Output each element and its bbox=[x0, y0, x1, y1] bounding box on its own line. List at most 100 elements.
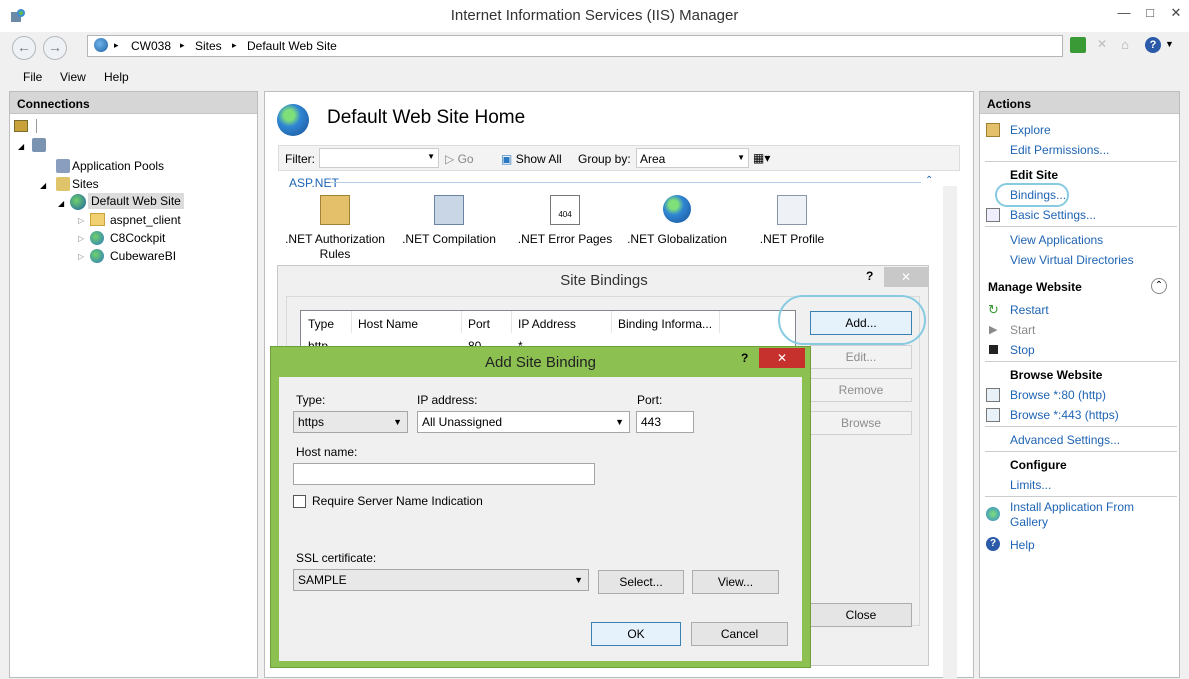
feature-label: .NET Profile bbox=[759, 232, 825, 246]
column-divider bbox=[611, 311, 612, 333]
column-header-type[interactable]: Type bbox=[308, 317, 334, 331]
expand-toggle[interactable]: ◢ bbox=[40, 181, 46, 190]
divider bbox=[985, 496, 1177, 497]
connect-icon[interactable] bbox=[14, 120, 28, 132]
filter-input[interactable]: ▼ bbox=[319, 148, 439, 168]
tree-item-cubewarebi[interactable]: CubewareBI bbox=[110, 249, 176, 263]
go-button[interactable]: ▷ Go bbox=[445, 152, 474, 166]
view-virtual-directories-link[interactable]: View Virtual Directories bbox=[1010, 253, 1134, 267]
tree-item-aspnet-client[interactable]: aspnet_client bbox=[110, 213, 181, 227]
explore-link[interactable]: Explore bbox=[1010, 123, 1051, 137]
browse-binding-button[interactable]: Browse bbox=[810, 411, 912, 435]
collapse-chevron-icon[interactable]: ⌃ bbox=[925, 175, 933, 186]
show-all-button[interactable]: ▣ Show All bbox=[501, 152, 562, 166]
browse-80-link[interactable]: Browse *:80 (http) bbox=[1010, 388, 1106, 402]
menu-file[interactable]: File bbox=[23, 70, 42, 84]
stop-link[interactable]: Stop bbox=[1010, 343, 1035, 357]
filter-bar: Filter: ▼ ▷ Go ▣ Show All Group by: Area… bbox=[278, 145, 960, 171]
home-icon[interactable]: ⌂ bbox=[1117, 37, 1133, 53]
help-dropdown-icon[interactable]: ? bbox=[1145, 37, 1161, 53]
expand-toggle[interactable]: ◢ bbox=[58, 199, 64, 208]
tree-item-c8cockpit[interactable]: C8Cockpit bbox=[110, 231, 165, 245]
view-applications-link[interactable]: View Applications bbox=[1010, 233, 1103, 247]
ssl-certificate-select[interactable]: SAMPLE ▼ bbox=[293, 569, 589, 591]
browse-443-link[interactable]: Browse *:443 (https) bbox=[1010, 408, 1119, 422]
close-dialog-button[interactable]: ✕ bbox=[759, 348, 805, 368]
show-all-icon: ▣ bbox=[501, 152, 513, 166]
sni-checkbox[interactable] bbox=[293, 495, 306, 508]
section-divider bbox=[331, 182, 921, 183]
limits-link[interactable]: Limits... bbox=[1010, 478, 1051, 492]
forward-button[interactable]: → bbox=[43, 36, 67, 60]
cancel-button[interactable]: Cancel bbox=[691, 622, 788, 646]
feature-label: .NET Globalization bbox=[627, 232, 727, 246]
scrollbar-track[interactable] bbox=[943, 186, 957, 679]
expand-toggle[interactable]: ▷ bbox=[78, 234, 84, 243]
column-header-ip[interactable]: IP Address bbox=[518, 317, 576, 331]
help-button[interactable]: ? bbox=[741, 351, 748, 365]
group-by-select[interactable]: Area ▼ bbox=[636, 148, 749, 168]
expand-toggle[interactable]: ◢ bbox=[18, 142, 24, 151]
chevron-down-icon[interactable]: ▼ bbox=[1165, 39, 1174, 49]
column-header-host[interactable]: Host Name bbox=[358, 317, 418, 331]
ip-address-select[interactable]: All Unassigned ▼ bbox=[417, 411, 630, 433]
help-button[interactable]: ? bbox=[866, 269, 873, 283]
profile-icon bbox=[777, 195, 807, 225]
page-title: Default Web Site Home bbox=[327, 107, 526, 128]
edit-binding-button[interactable]: Edit... bbox=[810, 345, 912, 369]
type-label: Type: bbox=[296, 393, 326, 407]
address-segment-sites[interactable]: Sites bbox=[195, 39, 222, 53]
menu-view[interactable]: View bbox=[60, 70, 86, 84]
feature-profile[interactable]: .NET Profile bbox=[740, 195, 844, 246]
address-segment-site[interactable]: Default Web Site bbox=[247, 39, 337, 53]
select-certificate-button[interactable]: Select... bbox=[598, 570, 684, 594]
tree-item-default-web-site[interactable]: Default Web Site bbox=[88, 193, 184, 209]
view-certificate-button[interactable]: View... bbox=[692, 570, 779, 594]
tree-item-app-pools[interactable]: Application Pools bbox=[72, 159, 164, 173]
feature-authorization[interactable]: .NET Authorization Rules bbox=[283, 195, 387, 262]
back-button[interactable]: ← bbox=[12, 36, 36, 60]
close-dialog-button[interactable]: ✕ bbox=[884, 267, 928, 287]
host-name-input[interactable] bbox=[293, 463, 595, 485]
dialog-title: Site Bindings bbox=[560, 272, 648, 289]
lock-icon bbox=[320, 195, 350, 225]
connections-header: Connections bbox=[10, 92, 257, 114]
refresh-icon[interactable] bbox=[1070, 37, 1086, 53]
view-mode-icon[interactable]: ▦▾ bbox=[753, 151, 770, 165]
help-link[interactable]: Help bbox=[1010, 538, 1035, 552]
column-header-binding-info[interactable]: Binding Informa... bbox=[618, 317, 712, 331]
server-icon[interactable] bbox=[32, 138, 46, 152]
feature-globalization[interactable]: .NET Globalization bbox=[625, 195, 729, 246]
stop-icon[interactable]: ✕ bbox=[1094, 37, 1110, 53]
collapse-chevron-icon[interactable]: ⌃ bbox=[1151, 278, 1167, 294]
menu-help[interactable]: Help bbox=[104, 70, 129, 84]
feature-label: .NET Authorization Rules bbox=[285, 232, 385, 261]
type-select[interactable]: https ▼ bbox=[293, 411, 408, 433]
minimize-button[interactable]: — bbox=[1111, 0, 1137, 26]
tree-item-sites[interactable]: Sites bbox=[72, 177, 99, 191]
port-input[interactable]: 443 bbox=[636, 411, 694, 433]
ok-button[interactable]: OK bbox=[591, 622, 681, 646]
expand-toggle[interactable]: ▷ bbox=[78, 216, 84, 225]
configure-header: Configure bbox=[1010, 458, 1067, 472]
feature-error-pages[interactable]: 404 .NET Error Pages bbox=[513, 195, 617, 246]
close-bindings-button[interactable]: Close bbox=[810, 603, 912, 627]
edit-site-header: Edit Site bbox=[1010, 168, 1059, 182]
restart-link[interactable]: Restart bbox=[1010, 303, 1049, 317]
group-by-label: Group by: bbox=[578, 152, 631, 166]
expand-toggle[interactable]: ▷ bbox=[78, 252, 84, 261]
maximize-button[interactable]: □ bbox=[1137, 0, 1163, 26]
advanced-settings-link[interactable]: Advanced Settings... bbox=[1010, 433, 1120, 447]
basic-settings-link[interactable]: Basic Settings... bbox=[1010, 208, 1096, 222]
column-header-port[interactable]: Port bbox=[468, 317, 490, 331]
address-bar[interactable]: ▸ CW038 ▸ Sites ▸ Default Web Site bbox=[87, 35, 1063, 57]
close-window-button[interactable]: ✕ bbox=[1163, 0, 1189, 26]
start-link[interactable]: Start bbox=[1010, 323, 1035, 337]
feature-compilation[interactable]: .NET Compilation bbox=[397, 195, 501, 246]
dialog-title: Add Site Binding bbox=[485, 354, 596, 371]
edit-permissions-link[interactable]: Edit Permissions... bbox=[1010, 143, 1109, 157]
toolbar-divider bbox=[36, 119, 37, 133]
remove-binding-button[interactable]: Remove bbox=[810, 378, 912, 402]
install-from-gallery-link[interactable]: Install Application From Gallery bbox=[1010, 500, 1160, 530]
address-segment-server[interactable]: CW038 bbox=[131, 39, 171, 53]
